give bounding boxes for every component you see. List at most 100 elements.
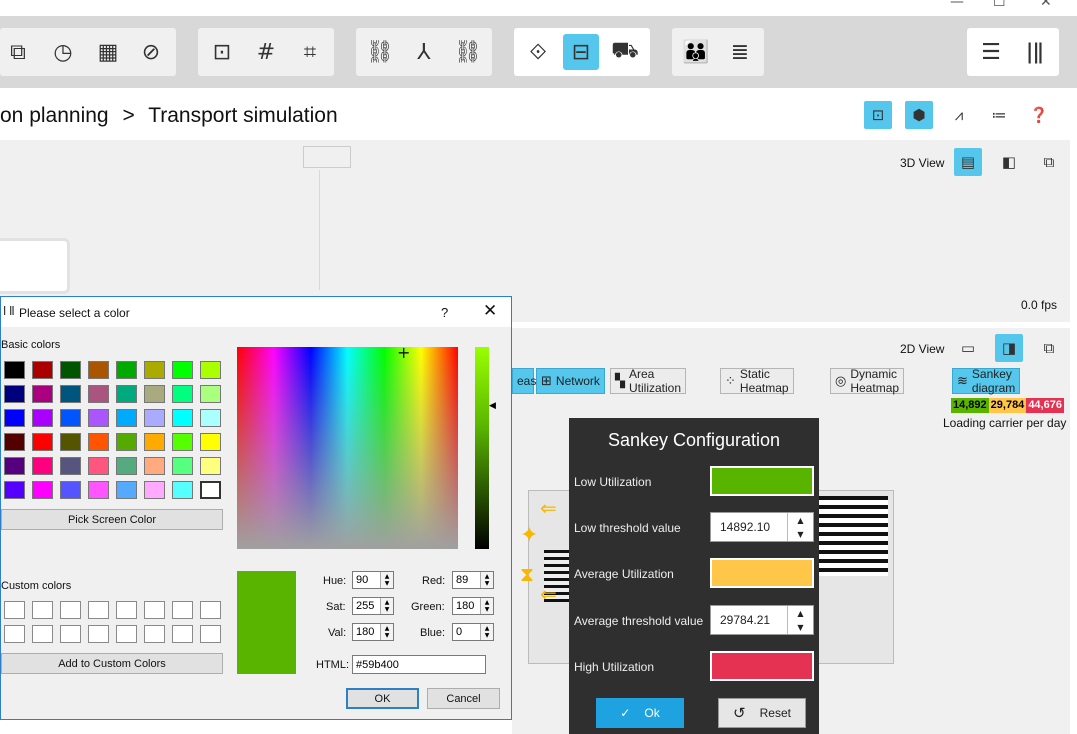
basic-color-swatch[interactable] — [200, 457, 221, 475]
low-threshold-input[interactable]: 14892.10 ▲ ▼ — [710, 512, 814, 542]
tab-areas[interactable]: eas — [512, 368, 536, 394]
basic-color-swatch[interactable] — [144, 433, 165, 451]
link-icon[interactable]: ⛓ — [362, 34, 398, 70]
layers-icon[interactable]: ⧉ — [0, 34, 36, 70]
clock-icon[interactable]: ◷ — [45, 34, 81, 70]
basic-color-swatch[interactable] — [116, 433, 137, 451]
basic-color-swatch[interactable] — [4, 385, 25, 403]
basic-color-swatch[interactable] — [88, 409, 109, 427]
custom-color-swatch[interactable] — [88, 625, 109, 643]
basic-color-swatch[interactable] — [200, 385, 221, 403]
color-spectrum[interactable]: + — [237, 343, 458, 549]
pick-screen-color-button[interactable]: Pick Screen Color — [1, 509, 223, 530]
2d-split-icon[interactable]: ◨ — [995, 334, 1023, 362]
3d-split-icon[interactable]: ◧ — [995, 148, 1023, 176]
basic-color-swatch[interactable] — [4, 361, 25, 379]
basic-color-swatch[interactable] — [88, 457, 109, 475]
basic-color-swatch[interactable] — [172, 433, 193, 451]
custom-color-swatch[interactable] — [172, 625, 193, 643]
basic-color-swatch[interactable] — [60, 457, 81, 475]
basic-color-swatch[interactable] — [172, 481, 193, 499]
tree-list-icon[interactable]: ≔ — [985, 101, 1013, 129]
custom-color-swatch[interactable] — [116, 625, 137, 643]
value-slider-arrow-icon[interactable]: ◀ — [489, 401, 496, 411]
stepper-up-icon[interactable]: ▲ — [797, 609, 803, 618]
low-threshold-stepper[interactable]: ▲ ▼ — [787, 513, 813, 541]
sankey-reset-button[interactable]: ↺ Reset — [718, 698, 806, 728]
val-input[interactable]: 180 ▲ ▼ — [352, 623, 394, 641]
frame-icon[interactable]: ⊡ — [204, 34, 240, 70]
search-time-icon[interactable]: ⊘ — [133, 34, 169, 70]
basic-color-swatch[interactable] — [116, 481, 137, 499]
custom-color-swatch[interactable] — [144, 625, 165, 643]
blue-stepper[interactable]: ▲ ▼ — [480, 624, 493, 640]
color-dialog-close-button[interactable]: ✕ — [483, 301, 497, 321]
value-slider[interactable] — [475, 347, 489, 549]
basic-color-swatch[interactable] — [172, 409, 193, 427]
basic-color-swatch[interactable] — [60, 361, 81, 379]
basic-color-swatch[interactable] — [32, 409, 53, 427]
basic-color-swatch[interactable] — [200, 433, 221, 451]
crop-icon[interactable]: ⌗ — [292, 34, 328, 70]
tab-dynamic-heatmap[interactable]: ◎ Dynamic Heatmap — [830, 367, 905, 395]
people-icon[interactable]: 👪 — [678, 34, 714, 70]
basic-color-swatch[interactable] — [144, 361, 165, 379]
3d-popout-icon[interactable]: ⧉ — [1035, 148, 1063, 176]
stepper-down-icon[interactable]: ▼ — [797, 530, 803, 539]
basic-color-swatch[interactable] — [144, 385, 165, 403]
red-input[interactable]: 89 ▲ ▼ — [452, 571, 494, 589]
basic-color-swatch[interactable] — [60, 409, 81, 427]
cube-icon[interactable]: ⬢ — [905, 101, 933, 129]
conveyor-icon[interactable]: ⟐ — [520, 34, 556, 70]
minimize-button[interactable]: — — [950, 0, 964, 10]
frame-view-icon[interactable]: ⊡ — [864, 101, 892, 129]
basic-color-swatch[interactable] — [60, 433, 81, 451]
custom-color-swatch[interactable] — [60, 625, 81, 643]
custom-color-swatch[interactable] — [88, 601, 109, 619]
add-custom-colors-button[interactable]: Add to Custom Colors — [1, 653, 223, 674]
chain-icon[interactable]: ⛓ — [450, 34, 486, 70]
average-threshold-input[interactable]: 29784.21 ▲ ▼ — [710, 605, 814, 635]
branch-icon[interactable]: ⅄ — [406, 34, 442, 70]
basic-color-swatch[interactable] — [60, 385, 81, 403]
basic-color-swatch[interactable] — [60, 481, 81, 499]
custom-color-swatch[interactable] — [4, 625, 25, 643]
custom-color-swatch[interactable] — [200, 625, 221, 643]
green-input[interactable]: 180 ▲ ▼ — [452, 597, 494, 615]
sat-input[interactable]: 255 ▲ ▼ — [352, 597, 394, 615]
stepper-down-icon[interactable]: ▼ — [797, 623, 803, 632]
close-button[interactable]: ✕ — [1040, 0, 1052, 10]
custom-color-swatch[interactable] — [116, 601, 137, 619]
custom-color-swatch[interactable] — [172, 601, 193, 619]
basic-color-swatch[interactable] — [32, 385, 53, 403]
custom-color-swatch[interactable] — [144, 601, 165, 619]
3d-dock-icon[interactable]: ▤ — [954, 148, 982, 176]
basic-color-swatch[interactable] — [116, 361, 137, 379]
custom-color-swatch[interactable] — [60, 601, 81, 619]
basic-color-swatch[interactable] — [4, 433, 25, 451]
basic-color-swatch[interactable] — [144, 409, 165, 427]
low-utilization-swatch[interactable] — [710, 466, 814, 496]
stepper-up-icon[interactable]: ▲ — [797, 516, 803, 525]
2d-popout-icon[interactable]: ⧉ — [1035, 334, 1063, 362]
basic-color-swatch[interactable] — [200, 481, 221, 499]
basic-color-swatch[interactable] — [200, 409, 221, 427]
coins-icon[interactable]: ≣ — [722, 34, 758, 70]
color-cancel-button[interactable]: Cancel — [427, 688, 500, 709]
custom-color-swatch[interactable] — [4, 601, 25, 619]
basic-color-swatch[interactable] — [4, 409, 25, 427]
grid-dots-icon[interactable]: ▦ — [90, 34, 126, 70]
basic-color-swatch[interactable] — [172, 385, 193, 403]
basic-color-swatch[interactable] — [4, 457, 25, 475]
high-utilization-swatch[interactable] — [710, 651, 814, 681]
basic-color-swatch[interactable] — [88, 481, 109, 499]
chart-icon[interactable]: ⩘ — [945, 101, 973, 129]
sliders-icon[interactable]: ☰ — [973, 34, 1009, 70]
custom-color-swatch[interactable] — [200, 601, 221, 619]
basic-color-swatch[interactable] — [116, 409, 137, 427]
tab-static-heatmap[interactable]: ⁘ Static Heatmap — [720, 367, 794, 395]
rack-table-icon[interactable]: ⊟ — [563, 34, 599, 70]
red-stepper[interactable]: ▲ ▼ — [480, 572, 493, 588]
hue-stepper[interactable]: ▲ ▼ — [380, 572, 393, 588]
basic-color-swatch[interactable] — [32, 433, 53, 451]
